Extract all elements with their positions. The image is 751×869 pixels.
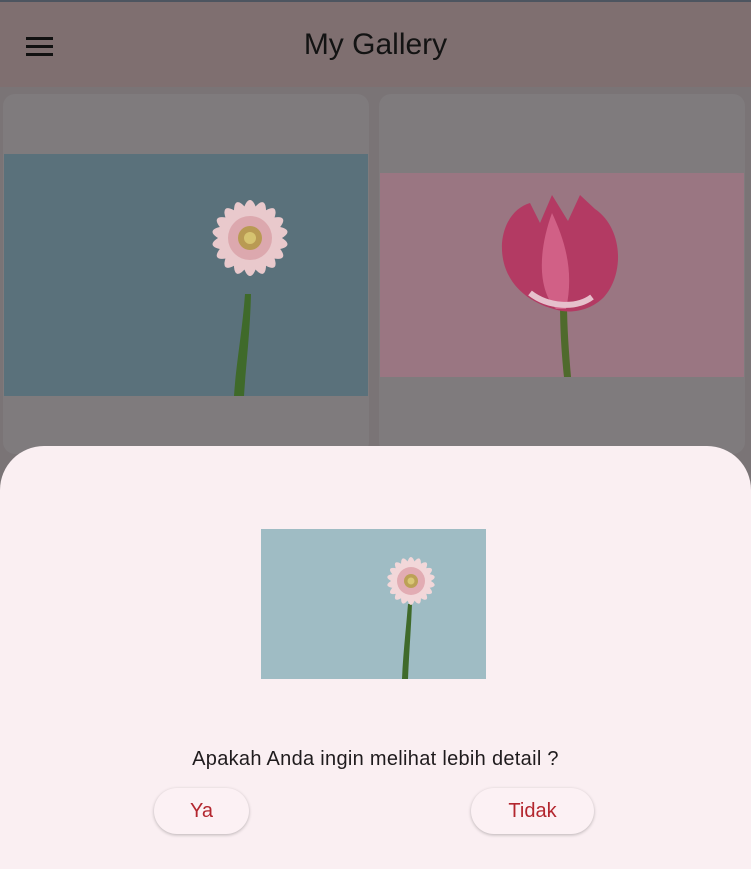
gallery-card-gerbera[interactable] <box>3 94 369 454</box>
gerbera-photo <box>4 154 368 396</box>
tulip-photo <box>380 173 744 377</box>
detail-question: Apakah Anda ingin melihat lebih detail ? <box>192 748 559 770</box>
no-button[interactable]: Tidak <box>471 788 594 834</box>
page-title: My Gallery <box>303 28 448 61</box>
preview-image <box>261 529 486 679</box>
yes-button[interactable]: Ya <box>154 788 249 834</box>
gallery-card-tulip[interactable] <box>379 94 745 454</box>
detail-bottom-sheet: Apakah Anda ingin melihat lebih detail ?… <box>0 446 751 869</box>
app-bar: My Gallery <box>0 0 751 87</box>
